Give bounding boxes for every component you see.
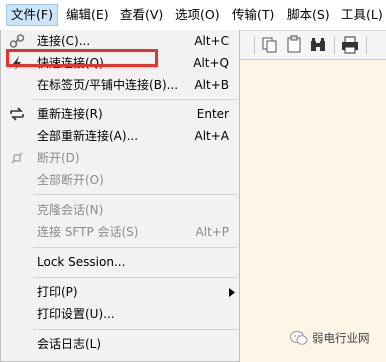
menu-separator bbox=[33, 247, 237, 248]
menu-item-shortcut: Alt+C bbox=[194, 34, 229, 48]
menu-view[interactable]: 查看(V) bbox=[116, 5, 167, 25]
menu-item-label: 全部重新连接(A)... bbox=[37, 129, 139, 143]
link-icon bbox=[9, 34, 25, 48]
menu-item-shortcut: Alt+B bbox=[194, 78, 229, 92]
menu-item-shortcut: Alt+P bbox=[195, 225, 229, 239]
menu-item-connect-in-tab[interactable]: 在标签页/平铺中连接(B)... Alt+B bbox=[1, 74, 239, 96]
menu-item-reconnect-all[interactable]: 全部重新连接(A)... Alt+A bbox=[1, 125, 239, 147]
submenu-arrow-icon bbox=[229, 288, 235, 297]
menu-item-label: 克隆会话(N) bbox=[37, 203, 104, 217]
highlight-annotation bbox=[6, 49, 158, 67]
toolbar-separator bbox=[366, 36, 367, 54]
menu-item-label: 会话日志(L) bbox=[37, 337, 102, 351]
find-icon[interactable] bbox=[308, 35, 328, 55]
watermark-text: 弱电行业网 bbox=[312, 331, 370, 345]
toolbar bbox=[240, 31, 386, 60]
terminal-area[interactable] bbox=[240, 60, 386, 362]
menu-edit[interactable]: 编辑(E) bbox=[62, 5, 113, 25]
menu-separator bbox=[33, 329, 237, 330]
reconnect-icon bbox=[10, 107, 24, 121]
menu-item-shortcut: Enter bbox=[196, 107, 229, 121]
paste-icon[interactable] bbox=[284, 35, 304, 55]
menu-file[interactable]: 文件(F) bbox=[6, 4, 58, 26]
menu-item-connect-sftp: 连接 SFTP 会话(S) Alt+P bbox=[1, 221, 239, 243]
menu-item-print[interactable]: 打印(P) bbox=[1, 281, 239, 303]
menu-item-label: 打印(P) bbox=[37, 285, 78, 299]
toolbar-separator bbox=[254, 36, 255, 54]
menu-item-label: 在标签页/平铺中连接(B)... bbox=[37, 78, 179, 92]
menu-item-label: 断开(D) bbox=[37, 151, 80, 165]
print-icon[interactable] bbox=[340, 35, 360, 55]
menu-item-clone-session: 克隆会话(N) bbox=[1, 199, 239, 221]
menu-item-disconnect: 断开(D) bbox=[1, 147, 239, 169]
menu-item-print-setup[interactable]: 打印设置(U)... bbox=[1, 303, 239, 325]
menu-item-label: 打印设置(U)... bbox=[37, 307, 115, 321]
menu-item-label: 连接 SFTP 会话(S) bbox=[37, 225, 139, 239]
menu-item-label: 全部断开(O) bbox=[37, 173, 104, 187]
menu-separator bbox=[33, 277, 237, 278]
menu-script[interactable]: 脚本(S) bbox=[283, 5, 334, 25]
menu-separator bbox=[33, 194, 237, 195]
menu-separator bbox=[33, 99, 237, 100]
menu-tools[interactable]: 工具(L) bbox=[337, 5, 386, 25]
toolbar-separator bbox=[334, 36, 335, 54]
menu-transfer[interactable]: 传输(T) bbox=[228, 5, 278, 25]
copy-icon[interactable] bbox=[260, 35, 280, 55]
menu-item-shortcut: Alt+Q bbox=[193, 56, 229, 70]
menu-item-shortcut: Alt+A bbox=[194, 129, 229, 143]
menu-item-lock-session[interactable]: Lock Session... bbox=[1, 251, 239, 273]
menu-item-disconnect-all: 全部断开(O) bbox=[1, 169, 239, 191]
menu-item-session-log[interactable]: 会话日志(L) bbox=[1, 333, 239, 355]
wechat-icon bbox=[290, 331, 308, 345]
menu-options[interactable]: 选项(O) bbox=[171, 5, 224, 25]
menu-bar: 文件(F) 编辑(E) 查看(V) 选项(O) 传输(T) 脚本(S) 工具(L… bbox=[0, 0, 386, 31]
menu-item-reconnect[interactable]: 重新连接(R) Enter bbox=[1, 103, 239, 125]
menu-item-label: Lock Session... bbox=[37, 255, 126, 269]
disconnect-icon bbox=[11, 152, 23, 164]
menu-item-label: 重新连接(R) bbox=[37, 107, 103, 121]
file-menu-dropdown: 连接(C)... Alt+C 快速连接(Q)... Alt+Q 在标签页/平铺中… bbox=[0, 30, 240, 362]
